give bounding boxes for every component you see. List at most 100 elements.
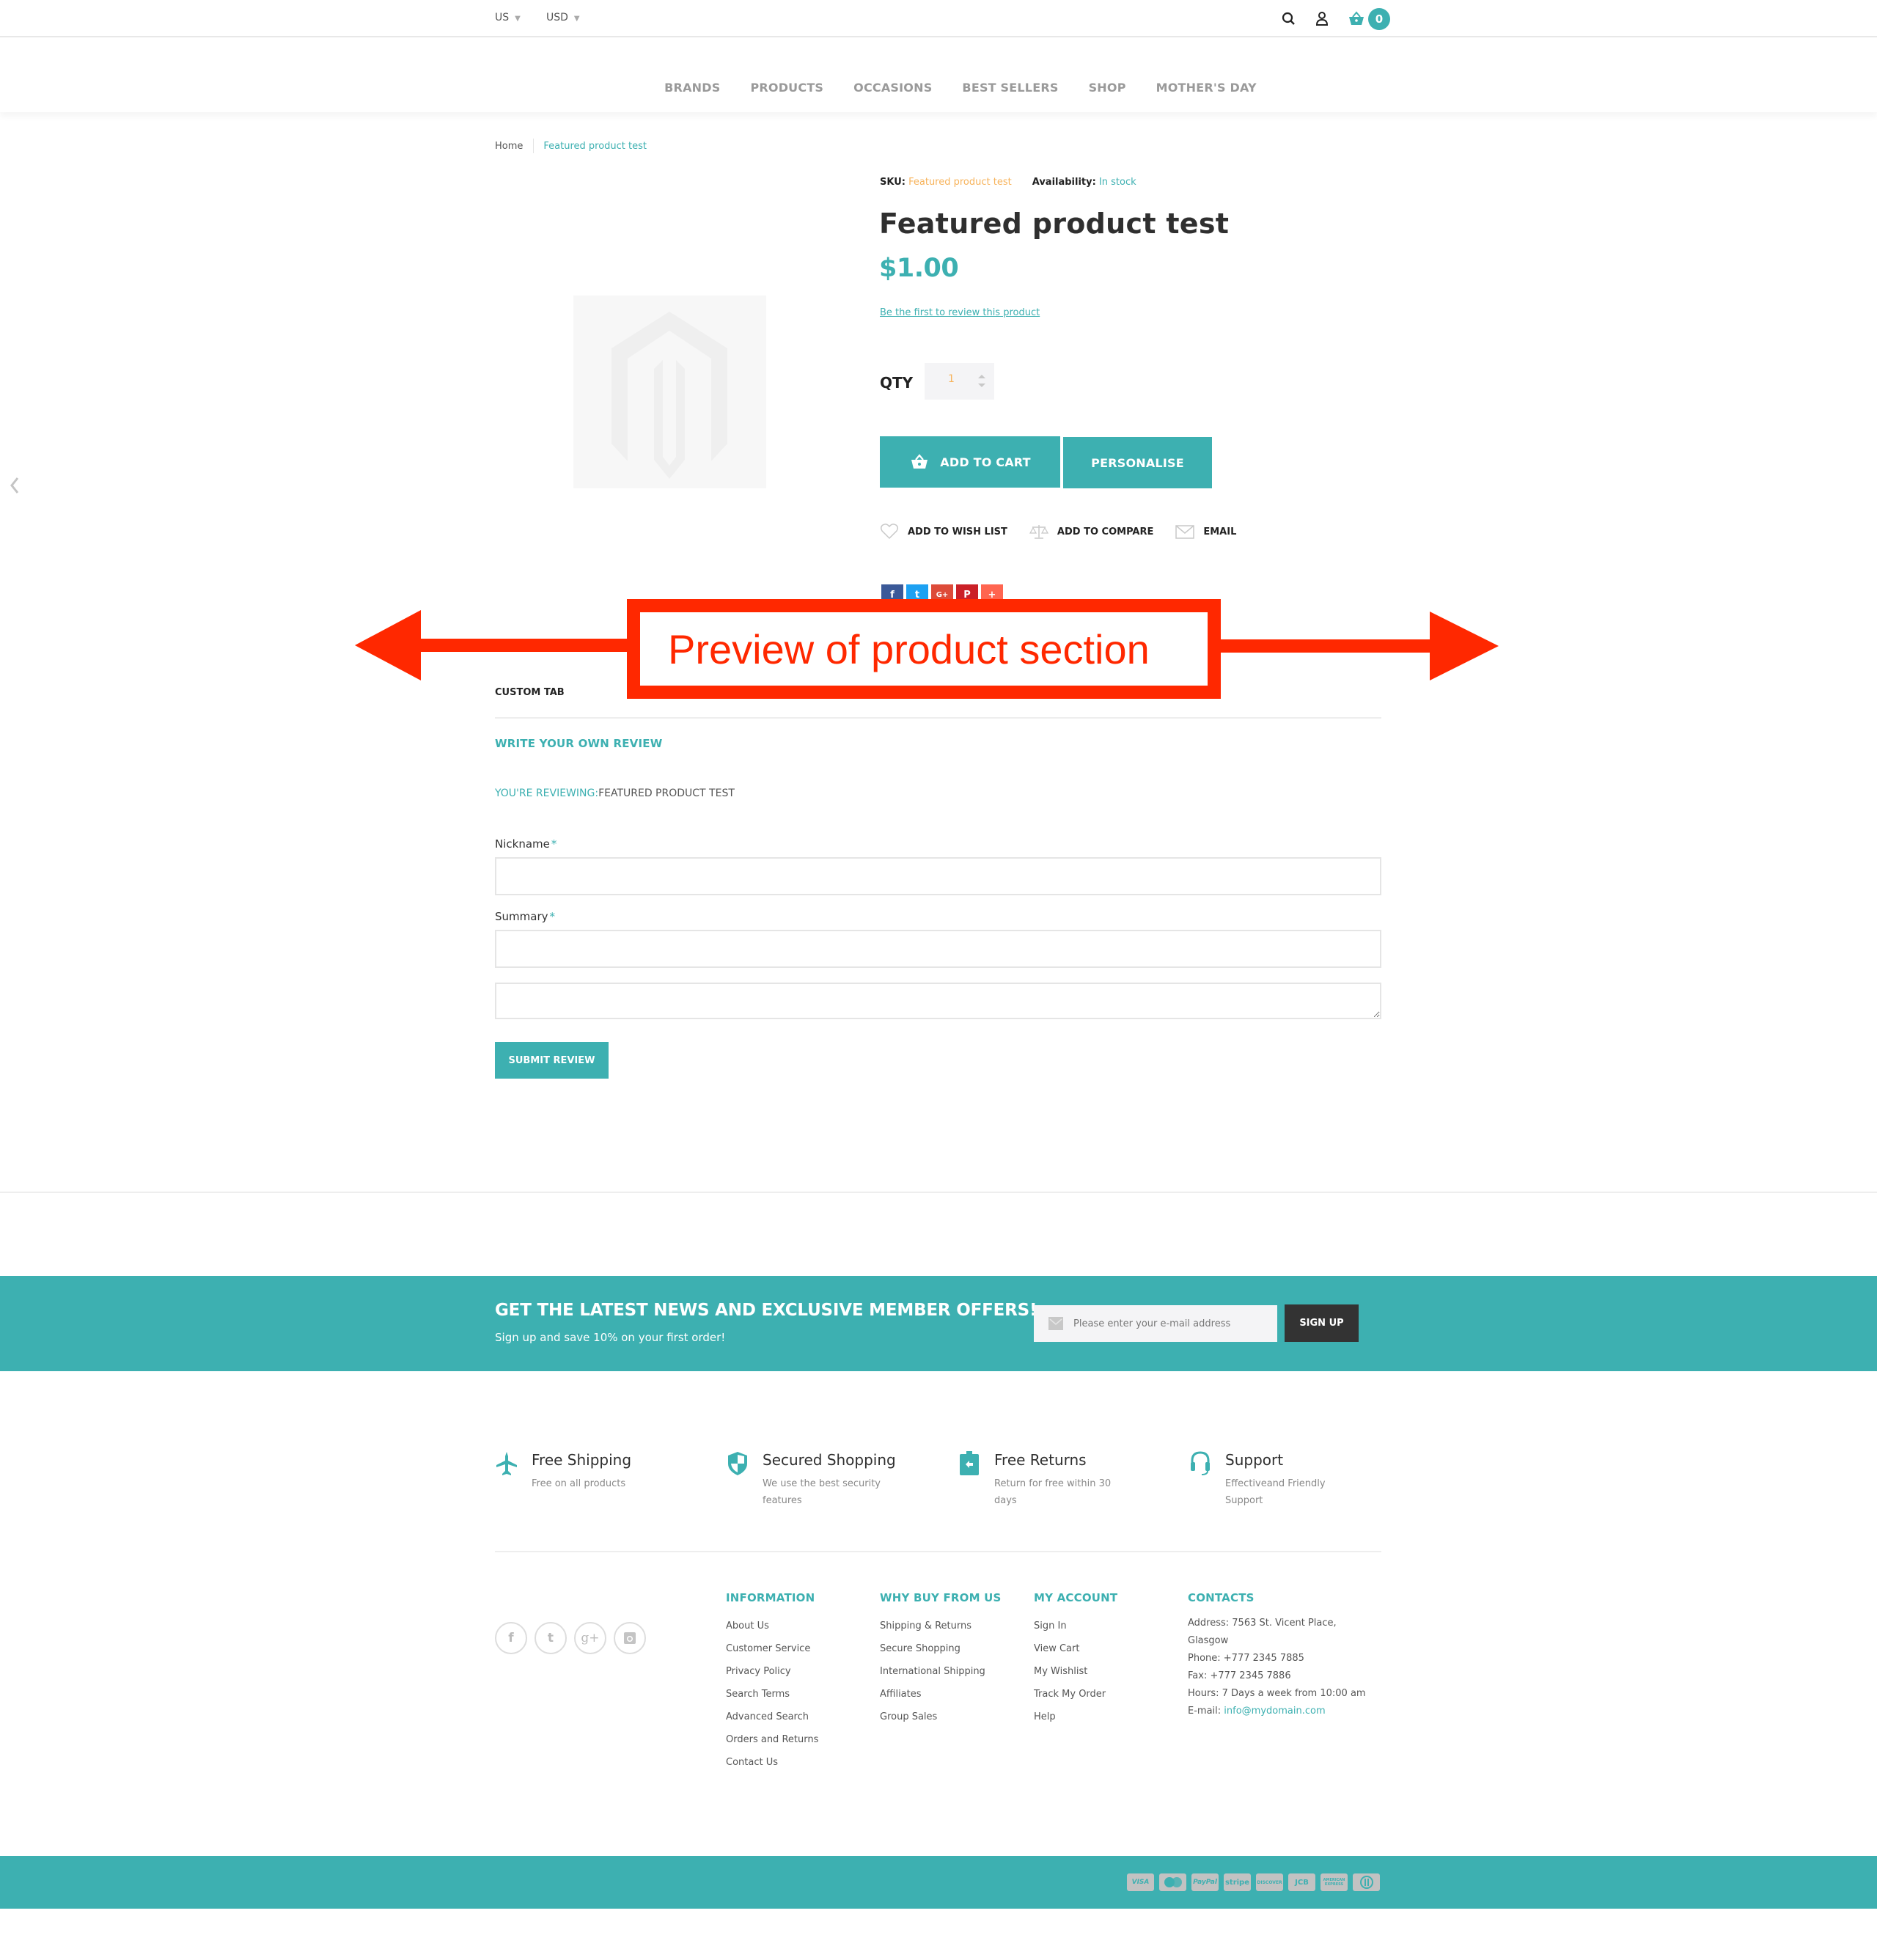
- contact-fax: Fax: +777 2345 7886: [1188, 1670, 1291, 1681]
- feature-title: Secured Shopping: [763, 1451, 896, 1469]
- availability-label: Availability:: [1032, 177, 1096, 188]
- qty-stepper[interactable]: 1: [925, 363, 994, 400]
- feature-free-returns: Free Returns Return for free within 30 d…: [958, 1450, 1134, 1509]
- newsletter-email-input[interactable]: Please enter your e-mail address: [1034, 1305, 1277, 1342]
- facebook-icon[interactable]: f: [495, 1622, 527, 1654]
- nav-item-shop[interactable]: SHOP: [1089, 81, 1126, 95]
- feature-title: Support: [1225, 1451, 1284, 1469]
- reviewing-product: FEATURED PRODUCT TEST: [598, 788, 735, 799]
- footer-column-my-account: MY ACCOUNT Sign In View Cart My Wishlist…: [1034, 1591, 1117, 1728]
- chevron-left-icon[interactable]: [7, 475, 22, 496]
- qty-increment-icon[interactable]: [978, 375, 985, 378]
- footer-link[interactable]: Affiliates: [880, 1683, 1002, 1706]
- cart-count-badge[interactable]: 0: [1368, 8, 1390, 30]
- annotation-line-left: [418, 639, 631, 652]
- add-to-cart-button[interactable]: ADD TO CART: [880, 436, 1060, 488]
- instagram-icon[interactable]: [614, 1622, 646, 1654]
- footer-link[interactable]: Shipping & Returns: [880, 1615, 1002, 1637]
- google-plus-icon[interactable]: g+: [574, 1622, 606, 1654]
- jcb-icon: JCB: [1288, 1873, 1315, 1891]
- footer-link[interactable]: About Us: [726, 1615, 818, 1637]
- contact-phone: Phone: +777 2345 7885: [1188, 1653, 1304, 1664]
- add-to-compare-link[interactable]: ADD TO COMPARE: [1029, 523, 1153, 540]
- summary-label-text: Summary: [495, 910, 548, 923]
- sign-up-button[interactable]: SIGN UP: [1285, 1304, 1359, 1342]
- nav-item-best-sellers[interactable]: BEST SELLERS: [962, 81, 1058, 95]
- scale-icon: [1029, 525, 1048, 539]
- add-to-cart-label: ADD TO CART: [940, 455, 1031, 469]
- nav-item-occasions[interactable]: OCCASIONS: [853, 81, 932, 95]
- diners-club-icon: [1353, 1873, 1380, 1891]
- footer-link[interactable]: Privacy Policy: [726, 1660, 818, 1683]
- footer-column-title: INFORMATION: [726, 1591, 815, 1604]
- footer-link[interactable]: Sign In: [1034, 1615, 1117, 1637]
- footer-link[interactable]: Advanced Search: [726, 1706, 818, 1728]
- main-nav: BRANDS PRODUCTS OCCASIONS BEST SELLERS S…: [0, 39, 1877, 112]
- heart-icon: [880, 524, 899, 540]
- search-icon[interactable]: [1279, 9, 1299, 29]
- footer-link[interactable]: My Wishlist: [1034, 1660, 1117, 1683]
- footer-link[interactable]: View Cart: [1034, 1637, 1117, 1660]
- shield-icon: [728, 1452, 747, 1475]
- qty-decrement-icon[interactable]: [978, 383, 985, 387]
- feature-support: Support Effectiveand Friendly Support: [1189, 1450, 1364, 1509]
- footer-link[interactable]: Secure Shopping: [880, 1637, 1002, 1660]
- reviewing-line: YOU'RE REVIEWING:FEATURED PRODUCT TEST: [495, 788, 735, 799]
- nav-item-mothers-day[interactable]: MOTHER'S DAY: [1156, 81, 1257, 95]
- breadcrumb-current: Featured product test: [543, 140, 647, 152]
- feature-desc: Return for free within 30 days: [994, 1478, 1112, 1506]
- footer-link[interactable]: Contact Us: [726, 1751, 818, 1774]
- footer-link[interactable]: Search Terms: [726, 1683, 818, 1706]
- magento-logo-icon: [611, 312, 727, 479]
- footer-link[interactable]: Help: [1034, 1706, 1117, 1728]
- bottom-bar: VISA PayPal stripe DISCOVER JCB AMERICAN…: [0, 1856, 1877, 1909]
- nav-item-products[interactable]: PRODUCTS: [750, 81, 823, 95]
- availability: Availability: In stock: [1032, 177, 1136, 188]
- submit-review-button[interactable]: SUBMIT REVIEW: [495, 1042, 609, 1079]
- user-icon[interactable]: [1312, 9, 1332, 29]
- personalise-button[interactable]: PERSONALISE: [1063, 437, 1212, 488]
- summary-input[interactable]: [495, 930, 1381, 968]
- qty-value[interactable]: 1: [948, 373, 955, 385]
- footer-link[interactable]: Group Sales: [880, 1706, 1002, 1728]
- feature-desc: Effectiveand Friendly Support: [1225, 1478, 1326, 1506]
- wishlist-label: ADD TO WISH LIST: [908, 526, 1007, 537]
- product-image-placeholder[interactable]: [573, 296, 766, 488]
- nav-item-brands[interactable]: BRANDS: [664, 81, 720, 95]
- nickname-input[interactable]: [495, 857, 1381, 895]
- footer-link[interactable]: Orders and Returns: [726, 1728, 818, 1751]
- footer-link[interactable]: Customer Service: [726, 1637, 818, 1660]
- footer-column-contacts: CONTACTS Address: 7563 St. Vicent Place,…: [1188, 1591, 1366, 1720]
- airplane-icon: [496, 1452, 517, 1475]
- tab-custom[interactable]: CUSTOM TAB: [495, 687, 565, 698]
- annotation-text: Preview of product section: [668, 626, 1150, 672]
- product-price: $1.00: [879, 254, 959, 283]
- email-link[interactable]: EMAIL: [1175, 524, 1236, 540]
- top-bar: US ▼ USD ▼ 0: [0, 0, 1877, 37]
- footer-social: f t g+: [495, 1622, 646, 1654]
- cart-icon[interactable]: [1346, 9, 1367, 29]
- add-to-wishlist-link[interactable]: ADD TO WISH LIST: [880, 523, 1007, 540]
- feature-secured-shopping: Secured Shopping We use the best securit…: [726, 1450, 902, 1509]
- currency-selector[interactable]: USD ▼: [546, 12, 580, 23]
- annotation-arrow-right-icon: [1430, 612, 1499, 680]
- footer-link[interactable]: International Shipping: [880, 1660, 1002, 1683]
- contact-hours: Hours: 7 Days a week from 10:00 am: [1188, 1688, 1366, 1699]
- qty-label: QTY: [880, 374, 914, 392]
- twitter-icon[interactable]: t: [535, 1622, 567, 1654]
- email-label: EMAIL: [1203, 526, 1237, 537]
- review-textarea[interactable]: [495, 983, 1381, 1019]
- breadcrumb-home[interactable]: Home: [495, 141, 523, 152]
- envelope-icon: [1175, 525, 1195, 539]
- contact-email-link[interactable]: info@mydomain.com: [1224, 1706, 1325, 1717]
- required-mark: *: [551, 837, 557, 851]
- annotation-line-right: [1217, 639, 1437, 653]
- first-review-link[interactable]: Be the first to review this product: [880, 307, 1040, 318]
- newsletter-placeholder: Please enter your e-mail address: [1073, 1318, 1231, 1329]
- footer-link[interactable]: Track My Order: [1034, 1683, 1117, 1706]
- country-selector[interactable]: US ▼: [495, 12, 521, 23]
- footer-column-why-buy: WHY BUY FROM US Shipping & Returns Secur…: [880, 1591, 1002, 1728]
- reviewing-label: YOU'RE REVIEWING:: [495, 788, 599, 799]
- feature-free-shipping: Free Shipping Free on all products: [495, 1450, 671, 1492]
- section-divider: [0, 1192, 1877, 1193]
